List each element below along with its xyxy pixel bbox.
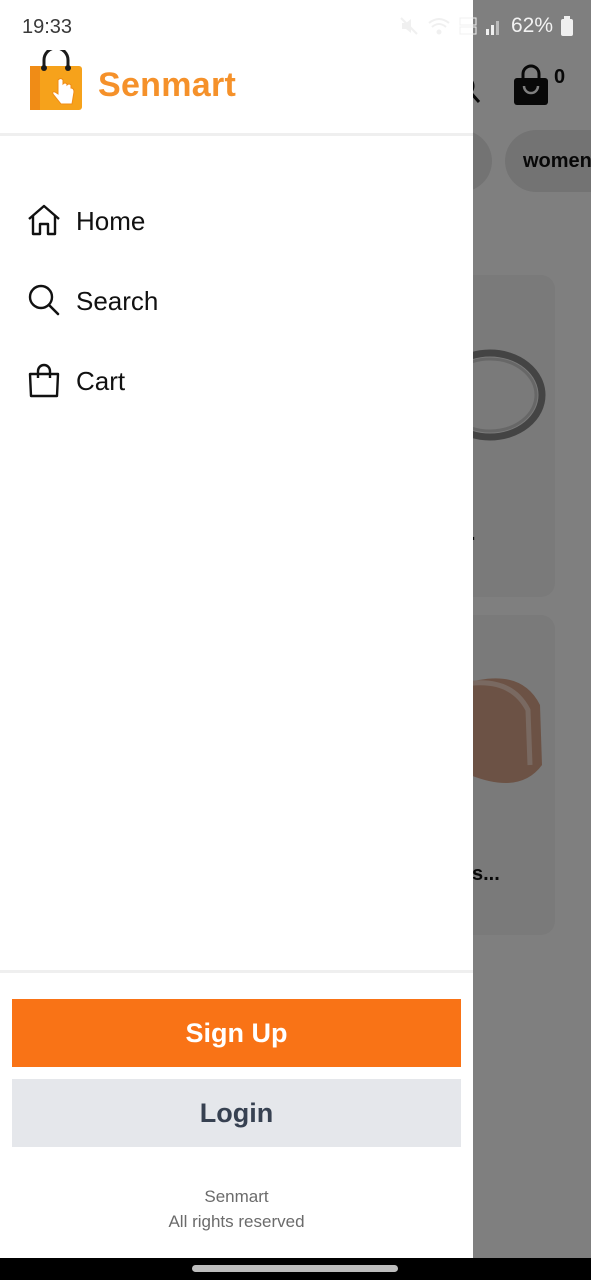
footer-brand: Senmart <box>204 1187 269 1206</box>
login-button[interactable]: Login <box>12 1079 461 1147</box>
volte-icon <box>459 17 477 35</box>
footer-copyright: All rights reserved <box>168 1212 305 1231</box>
mute-icon <box>400 17 418 35</box>
nav-item-search[interactable]: Search <box>0 260 473 340</box>
drawer-header: Senmart <box>0 48 473 136</box>
battery-icon <box>561 16 573 36</box>
nav-item-cart[interactable]: Cart <box>0 340 473 420</box>
search-icon <box>28 284 60 316</box>
gesture-bar <box>0 1258 591 1280</box>
home-icon <box>28 204 60 236</box>
drawer-nav: Home Search Cart <box>0 180 473 420</box>
wifi-icon <box>428 18 450 35</box>
nav-label-cart: Cart <box>76 366 126 396</box>
shopping-bag-icon <box>28 363 60 398</box>
navigation-drawer: Senmart Home Search Cart Sign Up Login S… <box>0 0 473 1258</box>
drawer-footer: Sign Up Login Senmart All rights reserve… <box>0 970 473 1258</box>
battery-percent: 62% <box>510 14 553 37</box>
brand-name: Senmart <box>98 66 237 104</box>
home-gesture-handle[interactable] <box>192 1265 398 1272</box>
signal-icon <box>485 21 499 35</box>
sign-up-button[interactable]: Sign Up <box>12 999 461 1067</box>
status-time: 19:33 <box>22 16 73 38</box>
shopping-bag-logo-icon <box>30 50 82 110</box>
nav-item-home[interactable]: Home <box>0 180 473 260</box>
nav-label-home: Home <box>76 206 146 236</box>
status-bar: 19:33 62% <box>0 0 591 52</box>
nav-label-search: Search <box>76 286 159 316</box>
status-icons: 62% <box>399 14 573 38</box>
